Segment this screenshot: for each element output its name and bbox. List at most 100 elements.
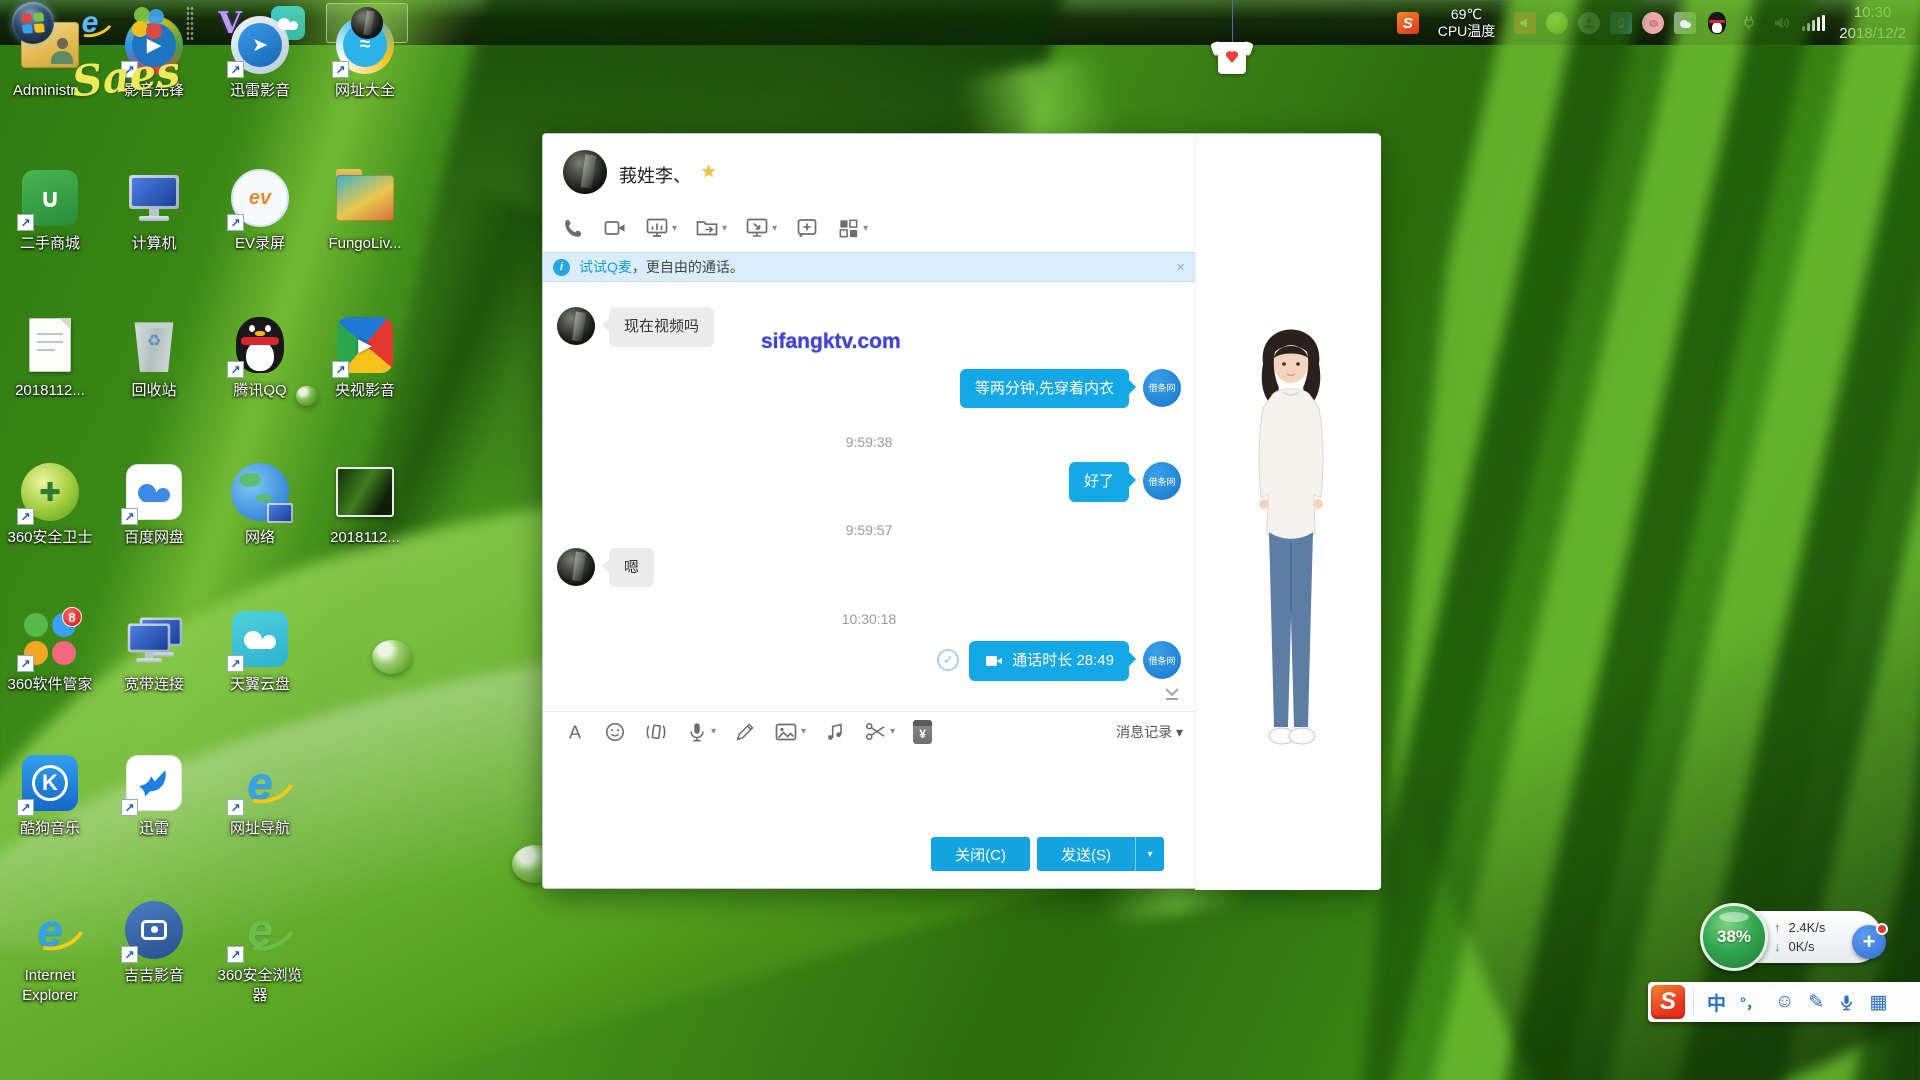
360-shield-icon[interactable] [1544,10,1570,36]
punctuation-button[interactable]: °， [1733,992,1768,1013]
desktop-icon-360软件管家[interactable]: 8↗360软件管家 [0,606,100,695]
message-input[interactable] [543,751,1195,837]
apps-grid-icon[interactable]: ▾ [828,217,877,240]
sogou-logo[interactable]: S [1651,985,1685,1019]
desktop-icon-宽带连接[interactable]: 宽带连接 [104,606,204,695]
network-signal-icon[interactable] [1800,10,1826,36]
ime-toolbox-button[interactable]: ▦ [1862,991,1894,1014]
water-drop [372,640,412,674]
qmic-link[interactable]: 试试Q麦 [579,257,632,277]
desktop-icon-吉吉影音[interactable]: ↗吉吉影音 [104,897,204,986]
mobile-icon[interactable] [1608,10,1634,36]
icon-label: 计算机 [104,234,204,254]
desktop-icon-360安全卫士[interactable]: ✚↗360安全卫士 [0,459,100,548]
chinese-mode-button[interactable]: 中 [1700,989,1733,1016]
remote-desktop-icon[interactable]: ▾ [736,216,786,240]
favorite-star-icon[interactable]: ★ [701,162,716,182]
self-avatar[interactable]: 借条网 [1143,369,1181,407]
desktop-icon-腾讯qq[interactable]: ↗腾讯QQ [210,312,310,401]
screen-demo-icon[interactable]: ▾ [636,216,686,240]
handwrite-icon[interactable] [725,721,765,743]
contact-icon[interactable] [1576,10,1602,36]
desktop-icon-天翼云盘[interactable]: ↗天翼云盘 [210,606,310,695]
cpu-temp-readout[interactable]: 69℃ CPU温度 [1438,6,1496,41]
shortcut-arrow-icon: ↗ [227,655,244,672]
system-tray: S 69℃ CPU温度 10:30 2018/12/2 [1392,1,1920,46]
shortcut-arrow-icon: ↗ [227,214,244,231]
notice-text: ，更自由的通话。 [632,257,744,277]
qq-show-girl[interactable] [1226,302,1356,802]
message-history-button[interactable]: 消息记录 ▾ [1116,722,1183,742]
net-monitor-widget[interactable]: ↑ 2.4K/s ↓ 0K/s + 38% [1700,903,1890,975]
ime-handwrite-button[interactable]: ✎ [1801,991,1831,1014]
peer-avatar[interactable] [563,150,607,194]
ime-voice-button[interactable] [1831,994,1862,1011]
scroll-to-bottom-icon[interactable] [1163,686,1181,707]
emoji-icon[interactable] [595,721,635,743]
icon-label: 网络 [210,528,310,548]
hanging-tshirt-widget[interactable] [1212,0,1252,74]
sogou-tray-icon[interactable]: S [1395,10,1421,36]
outgoing-message: 借条网等两分钟,先穿着内衣 [557,369,1181,409]
send-file-icon[interactable]: ▾ [686,216,736,240]
self-avatar[interactable]: 借条网 [1143,641,1181,679]
peer-avatar[interactable] [557,548,595,586]
message-bubble: 好了 [1069,462,1129,502]
desktop-icon-央视影音[interactable]: ▶↗央视影音 [315,312,415,401]
shortcut-arrow-icon: ↗ [332,361,349,378]
desktop-icon-回收站[interactable]: 回收站 [104,312,204,401]
video-call-icon[interactable] [594,216,636,240]
notice-close-icon[interactable]: × [1176,259,1185,276]
announce-icon[interactable] [1512,10,1538,36]
voice-call-icon[interactable] [553,217,594,240]
send-button[interactable]: 发送(S) [1037,837,1135,871]
close-chat-button[interactable]: 关闭(C) [931,837,1030,871]
desktop-icon-internetexplorer[interactable]: eInternet Explorer [0,897,100,1005]
font-icon[interactable]: A [555,721,595,743]
desktop-icon-360安全浏览器[interactable]: e↗360安全浏览器 [210,897,310,1005]
ime-emoji-button[interactable]: ☺ [1768,991,1801,1013]
desktop-icon-网络[interactable]: 网络 [210,459,310,548]
shortcut-arrow-icon: ↗ [121,799,138,816]
voice-message-icon[interactable]: ▾ [677,721,725,743]
desktop-icon-酷狗音乐[interactable]: K↗酷狗音乐 [0,750,100,839]
desktop-icon-二手商城[interactable]: ∪↗二手商城 [0,165,100,254]
volume-icon[interactable] [1768,10,1794,36]
pig-icon[interactable] [1640,10,1666,36]
icon-label: 腾讯QQ [210,381,310,401]
window-shake-icon[interactable] [635,720,677,744]
qq-tray-icon[interactable] [1704,10,1730,36]
qq-show-pane [1195,134,1381,890]
self-avatar[interactable]: 借条网 [1143,462,1181,500]
video-watermark: sifangktv.com [761,330,901,354]
new-chat-icon[interactable] [786,216,828,240]
clock-date: 2018/12/2 [1839,23,1906,44]
send-options-caret[interactable]: ▾ [1135,837,1164,871]
accelerate-plus-button[interactable]: + [1852,925,1886,959]
call-duration-bubble: 通话时长 28:49 [969,641,1129,681]
power-plug-icon[interactable] [1736,10,1762,36]
peer-avatar[interactable] [557,307,595,345]
icon-label: 迅雷 [104,819,204,839]
taskbar-clock[interactable]: 10:30 2018/12/2 [1839,2,1906,44]
desktop-icon-ev录屏[interactable]: ev↗EV录屏 [210,165,310,254]
desktop-icon-迅雷[interactable]: ↗ 迅雷 [104,750,204,839]
desktop-icon-计算机[interactable]: 计算机 [104,165,204,254]
start-button[interactable] [12,2,54,44]
image-icon[interactable]: ▾ [765,720,815,744]
taskbar-app-icon[interactable] [126,2,170,44]
desktop-icon-2018112[interactable]: 2018112... [0,312,100,401]
icon-label: 360安全浏览器 [210,966,310,1005]
desktop-icon-百度网盘[interactable]: ↗百度网盘 [104,459,204,548]
cloud-box-icon[interactable] [1672,10,1698,36]
icon-label: 2018112... [0,381,100,401]
desktop-icon-网址导航[interactable]: e↗网址导航 [210,750,310,839]
red-packet-icon[interactable]: ¥ [904,720,941,744]
icon-label: 360安全卫士 [0,528,100,548]
desktop-icon-2018112[interactable]: 2018112... [315,459,415,548]
screenshot-icon[interactable]: ▾ [855,720,904,743]
memory-percent-ball[interactable]: 38% [1700,903,1768,971]
music-icon[interactable] [815,721,855,743]
message-bubble: 嗯 [609,548,654,588]
desktop-icon-fungoliv[interactable]: FungoLiv... [315,165,415,254]
